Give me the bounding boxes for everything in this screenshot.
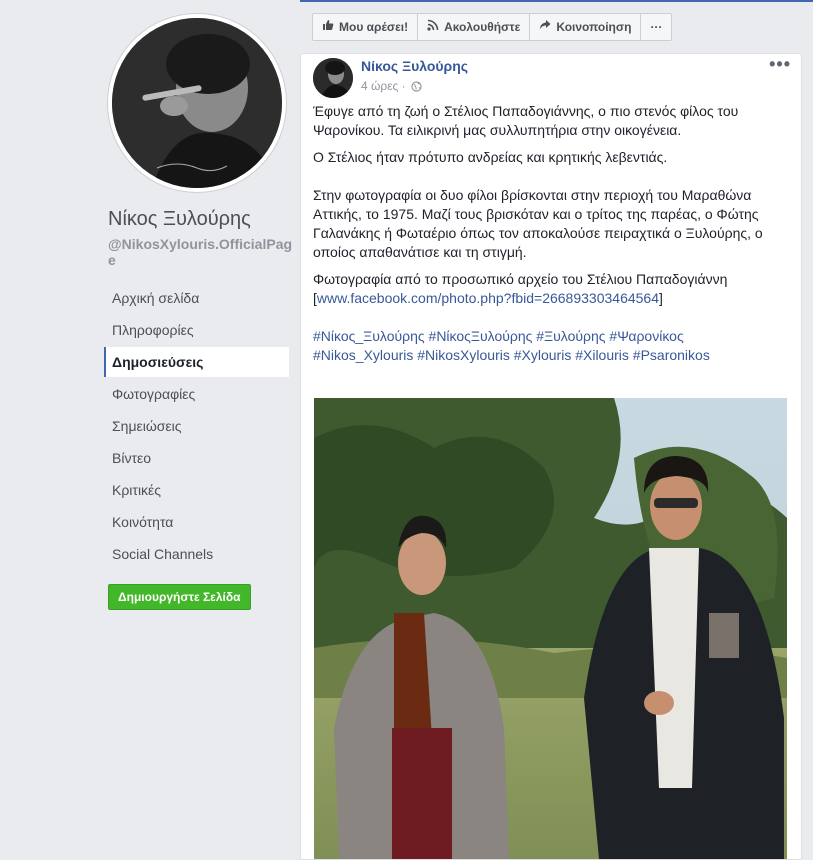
nav-item-community[interactable]: Κοινότητα	[104, 507, 289, 537]
post-time-text: 4 ώρες ·	[361, 79, 406, 93]
page-navigation: Αρχική σελίδα Πληροφορίες Δημοσιεύσεις Φ…	[104, 283, 289, 571]
thumbs-up-icon	[322, 14, 334, 40]
post-photo[interactable]	[314, 398, 787, 859]
nav-item-home[interactable]: Αρχική σελίδα	[104, 283, 289, 313]
share-arrow-icon	[539, 14, 551, 40]
like-label: Μου αρέσει!	[339, 20, 409, 34]
nav-item-videos[interactable]: Βίντεο	[104, 443, 289, 473]
like-button[interactable]: Μου αρέσει!	[313, 14, 419, 40]
nav-item-notes[interactable]: Σημειώσεις	[104, 411, 289, 441]
post-paragraph-1: Έφυγε από τη ζωή ο Στέλιος Παπαδογιάννης…	[313, 103, 739, 138]
nav-item-about[interactable]: Πληροφορίες	[104, 315, 289, 345]
post-hashtags: #Νίκος_Ξυλούρης #ΝίκοςΞυλούρης #Ξυλούρης…	[313, 327, 793, 365]
left-sidebar: Νίκος Ξυλούρης @NikosXylouris.OfficialPa…	[0, 0, 300, 858]
post-card: Νίκος Ξυλούρης 4 ώρες · ••• Έφυγε από τη…	[300, 53, 802, 860]
photo-link[interactable]: www.facebook.com/photo.php?fbid=26689330…	[317, 290, 659, 306]
hashtags-line-1[interactable]: #Νίκος_Ξυλούρης #ΝίκοςΞυλούρης #Ξυλούρης…	[313, 328, 684, 344]
hashtags-line-2[interactable]: #Nikos_Xylouris #NikosXylouris #Xylouris…	[313, 347, 710, 363]
profile-picture[interactable]	[112, 18, 282, 188]
author-avatar-illustration	[313, 58, 353, 98]
rss-icon	[427, 14, 439, 40]
post-paragraph-2: Ο Στέλιος ήταν πρότυπο ανδρείας και κρητ…	[313, 149, 668, 165]
profile-photo-illustration	[112, 18, 282, 188]
photo-two-friends-illustration	[314, 398, 787, 859]
follow-button[interactable]: Ακολουθήστε	[418, 14, 531, 40]
photo-credit-text: Φωτογραφία από το προσωπικό αρχείο του Σ…	[313, 271, 728, 287]
nav-item-reviews[interactable]: Κριτικές	[104, 475, 289, 505]
share-label: Κοινοποίηση	[556, 20, 632, 34]
main-column: Μου αρέσει! Ακολουθήστε Κοινοποίηση ···	[300, 0, 813, 860]
post-options-button[interactable]: •••	[769, 54, 791, 75]
post-paragraph-4: Φωτογραφία από το προσωπικό αρχείο του Σ…	[313, 270, 793, 308]
post-author-name[interactable]: Νίκος Ξυλούρης	[361, 58, 468, 74]
create-page-button[interactable]: Δημιουργήστε Σελίδα	[108, 584, 251, 610]
profile-picture-frame[interactable]	[108, 14, 286, 192]
link-bracket-close: ]	[659, 290, 663, 306]
nav-item-posts[interactable]: Δημοσιεύσεις	[104, 347, 289, 377]
more-actions-button[interactable]: ···	[641, 14, 671, 40]
follow-label: Ακολουθήστε	[444, 20, 521, 34]
page-name[interactable]: Νίκος Ξυλούρης	[108, 208, 251, 231]
page-username[interactable]: @NikosXylouris.OfficialPage	[108, 236, 298, 268]
globe-icon	[411, 81, 422, 95]
page-action-bar: Μου αρέσει! Ακολουθήστε Κοινοποίηση ···	[312, 13, 673, 41]
post-paragraph-3: Στην φωτογραφία οι δυο φίλοι βρίσκονται …	[313, 187, 763, 260]
post-body: Έφυγε από τη ζωή ο Στέλιος Παπαδογιάννης…	[313, 102, 793, 373]
post-timestamp[interactable]: 4 ώρες ·	[361, 79, 422, 95]
share-button[interactable]: Κοινοποίηση	[530, 14, 642, 40]
post-author-avatar[interactable]	[313, 58, 353, 98]
nav-item-photos[interactable]: Φωτογραφίες	[104, 379, 289, 409]
nav-item-social-channels[interactable]: Social Channels	[104, 539, 289, 569]
more-dots-icon: ···	[650, 20, 663, 34]
